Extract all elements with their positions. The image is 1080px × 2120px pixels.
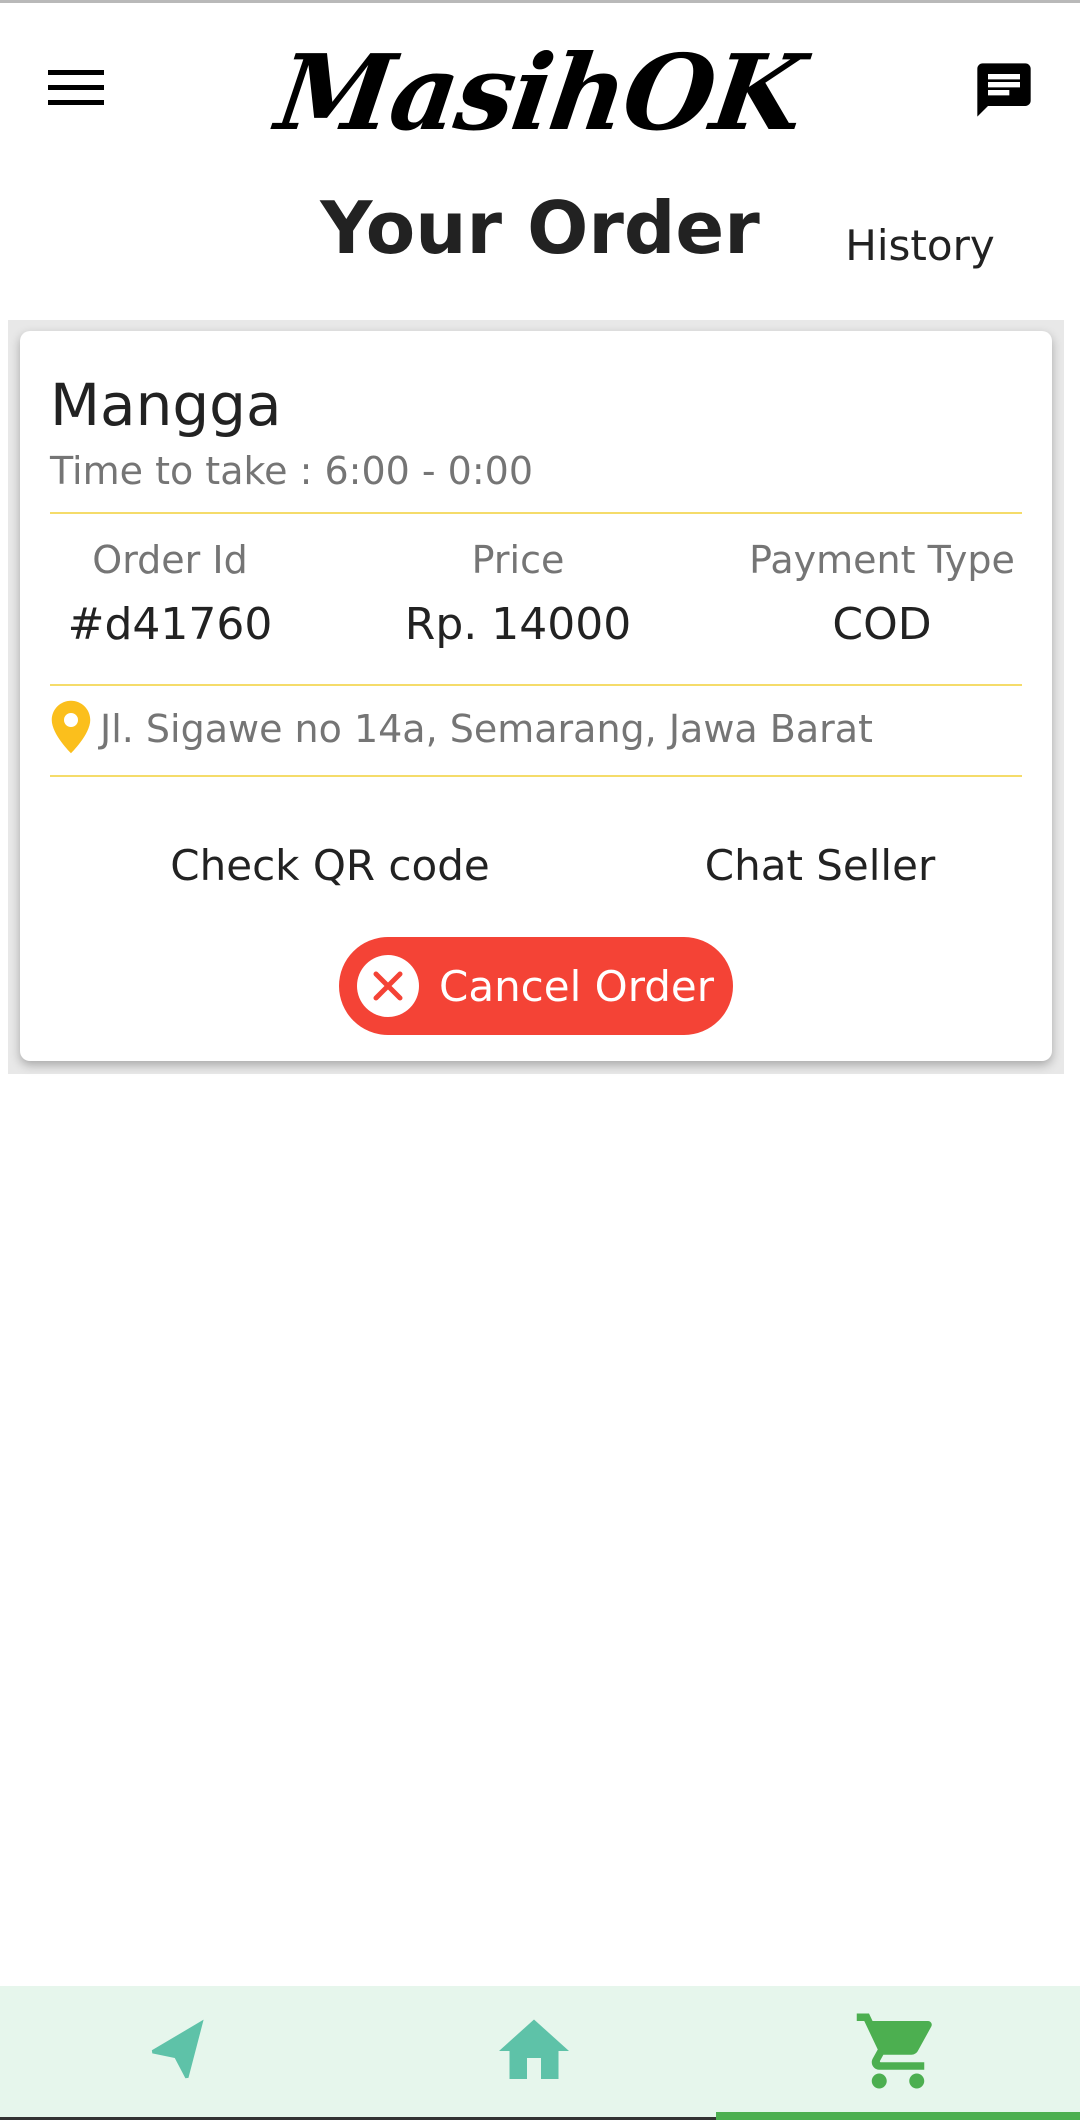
bottom-navigation (0, 1986, 1080, 2120)
price-column: Price Rp. 14000 (358, 531, 678, 661)
payment-type-label: Payment Type (749, 538, 1015, 582)
address-text: Jl. Sigawe no 14a, Semarang, Jawa Barat (100, 707, 873, 751)
order-id-value: #d41760 (67, 599, 273, 650)
nav-home[interactable] (354, 1986, 714, 2120)
active-tab-indicator (716, 2112, 1080, 2120)
cancel-order-button[interactable]: Cancel Order (339, 937, 733, 1035)
address-row: Jl. Sigawe no 14a, Semarang, Jawa Barat (50, 687, 1022, 771)
check-qr-button[interactable]: Check QR code (130, 831, 530, 901)
divider (50, 684, 1022, 686)
app-logo: MasihOK (269, 30, 811, 154)
home-icon (492, 2009, 576, 2097)
location-pin-icon (50, 700, 92, 758)
pickup-time: Time to take : 6:00 - 0:00 (50, 449, 534, 493)
order-id-label: Order Id (92, 538, 248, 582)
product-name: Mangga (50, 371, 282, 439)
menu-icon (48, 70, 104, 110)
divider (50, 775, 1022, 777)
price-label: Price (471, 538, 565, 582)
status-divider (0, 0, 1080, 3)
price-value: Rp. 14000 (404, 599, 632, 650)
chat-message-icon (972, 58, 1036, 126)
cancel-order-label: Cancel Order (439, 961, 714, 1011)
order-card: Mangga Time to take : 6:00 - 0:00 Order … (20, 331, 1052, 1061)
nav-cart[interactable] (716, 1986, 1080, 2120)
chat-seller-button[interactable]: Chat Seller (630, 831, 1010, 901)
nav-nearby[interactable] (0, 1986, 360, 2120)
navigation-arrow-icon (143, 2014, 217, 2092)
payment-type-value: COD (832, 599, 932, 650)
order-id-column: Order Id #d41760 (10, 531, 330, 661)
messages-button[interactable] (966, 54, 1042, 130)
payment-type-column: Payment Type COD (722, 531, 1042, 661)
history-link[interactable]: History (820, 216, 1020, 276)
divider (50, 512, 1022, 514)
page-title: Your Order (320, 186, 760, 270)
menu-button[interactable] (38, 60, 114, 120)
close-circle-icon (357, 955, 419, 1017)
order-screen: MasihOK Your Order History Mangga Time t… (0, 0, 1080, 2120)
shopping-cart-icon (853, 2006, 943, 2100)
